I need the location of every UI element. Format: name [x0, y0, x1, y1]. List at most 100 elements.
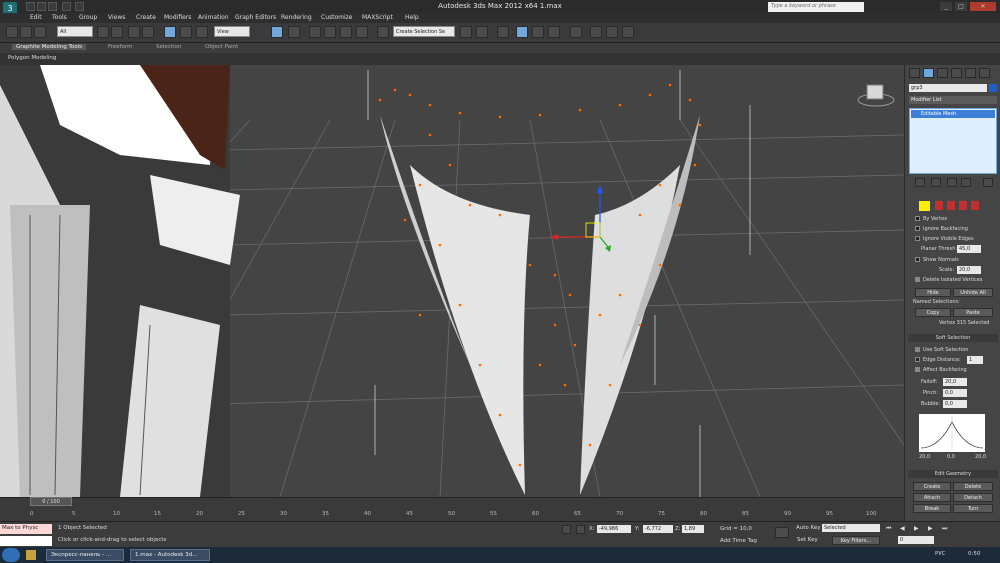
bind-space-warp-icon[interactable] [34, 26, 46, 38]
curve-editor-icon[interactable] [532, 26, 544, 38]
unlink-icon[interactable] [20, 26, 32, 38]
bubble-field[interactable]: 0,0 [943, 400, 967, 408]
make-unique-icon[interactable] [947, 178, 957, 187]
move-icon[interactable] [164, 26, 176, 38]
go-to-start-icon[interactable]: ⏮ [886, 525, 891, 533]
affect-backfacing-checkbox[interactable] [915, 367, 920, 372]
polygon-mode-icon[interactable] [959, 201, 967, 210]
configure-sets-icon[interactable] [983, 178, 993, 187]
stack-item-editable-mesh[interactable]: Editable Mesh [911, 110, 995, 118]
polygon-modeling-label[interactable]: Polygon Modeling [8, 55, 56, 61]
x-coordinate-field[interactable]: -49,986 [597, 525, 631, 533]
tab-graphite-modeling-tools[interactable]: Graphite Modeling Tools [12, 44, 87, 50]
utilities-tab-icon[interactable] [979, 68, 990, 78]
hide-button[interactable]: Hide [915, 288, 951, 297]
object-name-field[interactable]: grp3 [909, 84, 987, 92]
tab-selection[interactable]: Selection [156, 44, 181, 50]
render-setup-icon[interactable] [590, 26, 602, 38]
break-button[interactable]: Break [913, 504, 951, 513]
select-link-icon[interactable] [6, 26, 18, 38]
menu-modifiers[interactable]: Modifiers [164, 14, 191, 21]
modify-tab-icon[interactable] [923, 68, 934, 78]
menu-maxscript[interactable]: MAXScript [362, 14, 393, 21]
maxscript-input[interactable] [0, 536, 52, 546]
time-slider-track[interactable] [0, 497, 904, 509]
y-coordinate-field[interactable]: -6,772 [643, 525, 673, 533]
display-tab-icon[interactable] [965, 68, 976, 78]
percent-snap-icon[interactable] [340, 26, 352, 38]
menu-help[interactable]: Help [405, 14, 419, 21]
current-frame-field[interactable]: 0 [898, 536, 934, 544]
create-button[interactable]: Create [913, 482, 951, 491]
edit-named-selection-icon[interactable] [377, 26, 389, 38]
select-object-icon[interactable] [97, 26, 109, 38]
by-vertex-checkbox[interactable] [915, 216, 920, 221]
planar-thresh-field[interactable]: 45,0 [957, 245, 981, 253]
pin-stack-icon[interactable] [915, 178, 925, 187]
menu-animation[interactable]: Animation [198, 14, 229, 21]
soft-selection-rollout[interactable]: Soft Selection [908, 334, 998, 342]
scale-field[interactable]: 20,0 [957, 266, 981, 274]
start-button-icon[interactable] [2, 548, 20, 562]
language-indicator[interactable]: РУС [935, 551, 946, 557]
edge-distance-field[interactable]: 1 [967, 356, 983, 364]
track-bar[interactable]: 0 5 10 15 20 25 30 35 40 45 50 55 60 65 … [0, 509, 904, 521]
perspective-viewport[interactable] [0, 65, 904, 497]
motion-tab-icon[interactable] [951, 68, 962, 78]
menu-tools[interactable]: Tools [52, 14, 67, 21]
taskbar-item-3dsmax[interactable]: 1.max - Autodesk 3d... [130, 549, 210, 561]
attach-button[interactable]: Attach [913, 493, 951, 502]
material-editor-icon[interactable] [570, 26, 582, 38]
ref-coord-dropdown[interactable]: View [214, 26, 250, 37]
select-manipulate-icon[interactable] [288, 26, 300, 38]
menu-rendering[interactable]: Rendering [281, 14, 312, 21]
edit-geometry-rollout[interactable]: Edit Geometry [908, 470, 998, 478]
tab-object-paint[interactable]: Object Paint [205, 44, 238, 50]
spinner-snap-icon[interactable] [356, 26, 368, 38]
pivot-center-icon[interactable] [271, 26, 283, 38]
lock-selection-icon[interactable] [562, 525, 571, 534]
delete-isolated-checkbox[interactable] [915, 277, 920, 282]
menu-views[interactable]: Views [108, 14, 125, 21]
show-end-result-icon[interactable] [931, 178, 941, 187]
time-slider[interactable]: 0 / 100 [30, 497, 72, 506]
align-icon[interactable] [476, 26, 488, 38]
layer-manager-icon[interactable] [497, 26, 509, 38]
create-tab-icon[interactable] [909, 68, 920, 78]
absolute-mode-icon[interactable] [576, 525, 585, 534]
named-selection-dropdown[interactable]: Create Selection Se [393, 26, 455, 37]
mirror-icon[interactable] [460, 26, 472, 38]
element-mode-icon[interactable] [971, 201, 979, 210]
vertex-mode-icon[interactable] [919, 201, 930, 211]
detach-button[interactable]: Detach [953, 493, 993, 502]
set-key-icon[interactable] [775, 527, 789, 538]
tab-freeform[interactable]: Freeform [108, 44, 133, 50]
face-mode-icon[interactable] [947, 201, 955, 210]
add-time-tag[interactable]: Add Time Tag [720, 538, 757, 544]
menu-create[interactable]: Create [136, 14, 156, 21]
falloff-field[interactable]: 20,0 [943, 378, 967, 386]
menu-graph-editors[interactable]: Graph Editors [235, 14, 276, 21]
angle-snap-icon[interactable] [324, 26, 336, 38]
scale-icon[interactable] [196, 26, 208, 38]
select-by-name-icon[interactable] [111, 26, 123, 38]
modifier-list-dropdown[interactable]: Modifier List [909, 96, 997, 104]
z-coordinate-field[interactable]: 1,89 [682, 525, 704, 533]
selection-filter-dropdown[interactable]: All [57, 26, 93, 37]
previous-frame-icon[interactable]: ◀ [900, 525, 905, 532]
minimize-icon[interactable]: _ [940, 2, 952, 11]
snap-toggle-icon[interactable] [309, 26, 321, 38]
next-frame-icon[interactable]: ▶ [928, 525, 933, 532]
turn-button[interactable]: Turn [953, 504, 993, 513]
ignore-visible-edges-checkbox[interactable] [915, 236, 920, 241]
show-normals-checkbox[interactable] [915, 257, 920, 262]
auto-key-button[interactable]: Auto Key [796, 525, 821, 531]
edge-distance-checkbox[interactable] [915, 357, 920, 362]
paste-button[interactable]: Paste [953, 308, 993, 317]
maxscript-listener[interactable]: Max to Physc [0, 524, 52, 534]
unhide-all-button[interactable]: Unhide All [953, 288, 993, 297]
search-input[interactable]: Type a keyword or phrase [768, 2, 864, 12]
menu-edit[interactable]: Edit [30, 14, 42, 21]
pinch-field[interactable]: 0,0 [943, 389, 967, 397]
set-key-button[interactable]: Set Key [797, 537, 818, 543]
